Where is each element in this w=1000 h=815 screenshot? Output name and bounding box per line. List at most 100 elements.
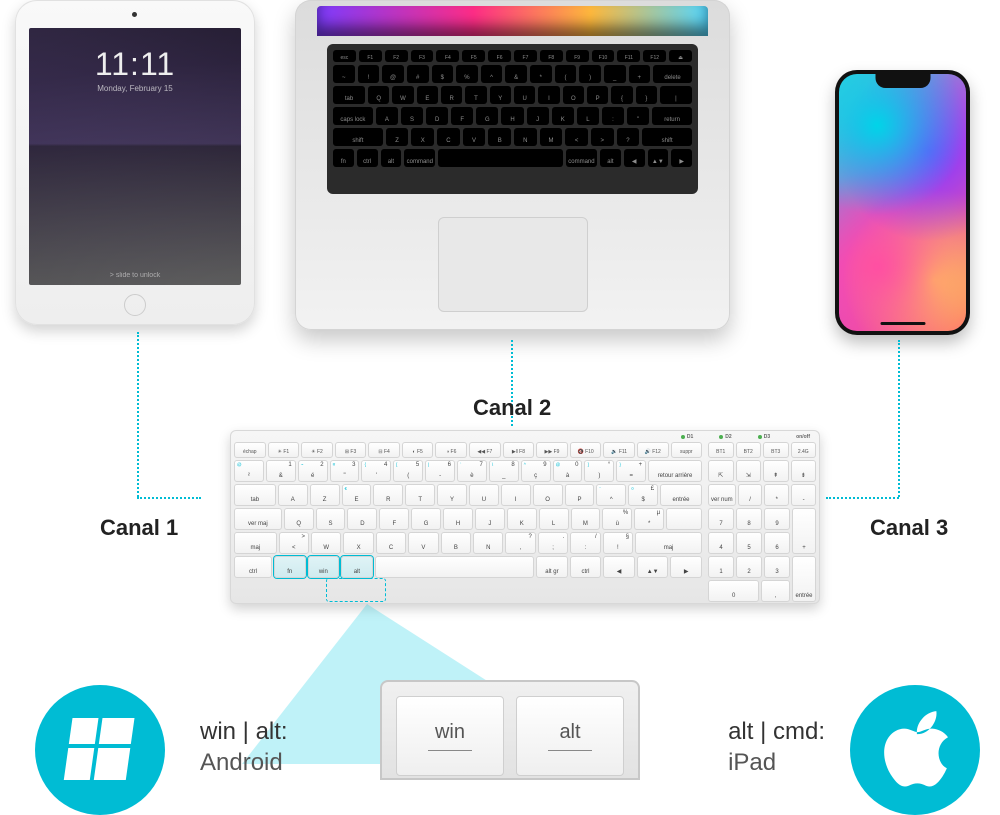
mac-key[interactable]: V bbox=[463, 128, 486, 146]
kb-key[interactable]: ver num bbox=[708, 484, 736, 506]
kb-key[interactable]: 7 bbox=[708, 508, 734, 530]
mac-key[interactable]: $ bbox=[432, 65, 454, 83]
kb-key[interactable]: entrée bbox=[660, 484, 702, 506]
kb-key[interactable]: :/ bbox=[570, 532, 600, 554]
kb-key[interactable]: maj bbox=[635, 532, 702, 554]
kb-key[interactable]: ctrl bbox=[570, 556, 602, 578]
mac-key[interactable]: F1 bbox=[359, 50, 382, 62]
kb-key[interactable]: ☀ F1 bbox=[268, 442, 300, 458]
kb-key[interactable]: T bbox=[405, 484, 435, 506]
kb-key[interactable]: "#3 bbox=[330, 460, 360, 482]
mac-key[interactable]: ▲▼ bbox=[648, 149, 669, 167]
ipad-home-button[interactable] bbox=[124, 294, 146, 316]
kb-key[interactable]: U bbox=[469, 484, 499, 506]
mac-key[interactable]: C bbox=[437, 128, 460, 146]
kb-key[interactable]: ver maj bbox=[234, 508, 282, 530]
kb-key[interactable]: * bbox=[764, 484, 789, 506]
mac-key[interactable]: X bbox=[411, 128, 434, 146]
kb-key[interactable]: D bbox=[347, 508, 377, 530]
kb-key[interactable]: 🔉 F11 bbox=[603, 442, 635, 458]
mac-key[interactable]: alt bbox=[600, 149, 621, 167]
mac-key[interactable]: E bbox=[417, 86, 438, 104]
mac-key[interactable]: @ bbox=[382, 65, 404, 83]
kb-key[interactable]: V bbox=[408, 532, 438, 554]
mac-key[interactable]: esc bbox=[333, 50, 356, 62]
kb-key[interactable]: X bbox=[343, 532, 373, 554]
mac-key[interactable]: ? bbox=[617, 128, 640, 146]
kb-key[interactable]: è`7 bbox=[457, 460, 487, 482]
mac-key[interactable]: | bbox=[660, 86, 692, 104]
mac-key[interactable]: Y bbox=[490, 86, 511, 104]
kb-key[interactable]: ◀ bbox=[603, 556, 635, 578]
kb-key[interactable]: alt gr bbox=[536, 556, 568, 578]
mac-key[interactable]: ^ bbox=[481, 65, 503, 83]
kb-key[interactable]: / bbox=[738, 484, 763, 506]
kb-key[interactable]: )]° bbox=[584, 460, 614, 482]
kb-key[interactable]: ⇱ bbox=[708, 460, 734, 482]
kb-key[interactable]: alt bbox=[341, 556, 373, 578]
kb-key[interactable]: BT1 bbox=[708, 442, 734, 458]
kb-key[interactable]: <> bbox=[279, 532, 309, 554]
kb-key[interactable]: A bbox=[278, 484, 308, 506]
mac-key[interactable]: ) bbox=[579, 65, 601, 83]
kb-key[interactable]: ù% bbox=[602, 508, 632, 530]
kb-key[interactable]: J bbox=[475, 508, 505, 530]
kb-key[interactable]: BT2 bbox=[736, 442, 762, 458]
mac-key[interactable]: R bbox=[441, 86, 462, 104]
kb-key[interactable]: 8 bbox=[736, 508, 762, 530]
kb-key[interactable]: F bbox=[379, 508, 409, 530]
kb-key[interactable]: é~2 bbox=[298, 460, 328, 482]
mac-key[interactable] bbox=[438, 149, 563, 167]
mac-key[interactable]: W bbox=[392, 86, 413, 104]
mac-key[interactable]: D bbox=[426, 107, 448, 125]
kb-key[interactable]: K bbox=[507, 508, 537, 530]
mac-key[interactable]: K bbox=[552, 107, 574, 125]
mac-key[interactable]: I bbox=[538, 86, 559, 104]
kb-key[interactable]: H bbox=[443, 508, 473, 530]
kb-key[interactable]: -|6 bbox=[425, 460, 455, 482]
kb-key[interactable]: + bbox=[792, 508, 816, 554]
mac-key[interactable]: H bbox=[501, 107, 523, 125]
kb-key[interactable]: ☀ F2 bbox=[301, 442, 333, 458]
kb-key[interactable]: ▶‖ F8 bbox=[503, 442, 535, 458]
mac-key[interactable]: N bbox=[514, 128, 537, 146]
kb-key[interactable]: ⇞ bbox=[763, 460, 789, 482]
mac-key[interactable]: { bbox=[611, 86, 632, 104]
kb-key[interactable]: 🔇 F10 bbox=[570, 442, 602, 458]
kb-key[interactable]: ctrl bbox=[234, 556, 272, 578]
kb-key[interactable]: 2 bbox=[736, 556, 762, 578]
kb-key[interactable]: maj bbox=[234, 532, 277, 554]
kb-key[interactable]: ;. bbox=[538, 532, 568, 554]
mac-key[interactable]: O bbox=[563, 86, 584, 104]
mac-key[interactable]: ⏏ bbox=[669, 50, 692, 62]
mac-key[interactable]: % bbox=[456, 65, 478, 83]
kb-key[interactable]: ▶▶ F9 bbox=[536, 442, 568, 458]
mac-key[interactable]: alt bbox=[381, 149, 402, 167]
kb-key[interactable]: ⊟ F4 bbox=[368, 442, 400, 458]
kb-key[interactable]: 9 bbox=[764, 508, 790, 530]
kb-key[interactable]: 0 bbox=[708, 580, 759, 602]
mac-key[interactable]: fn bbox=[333, 149, 354, 167]
kb-key[interactable]: ◐ F5 bbox=[402, 442, 434, 458]
kb-key[interactable]: ç^9 bbox=[521, 460, 551, 482]
kb-key[interactable]: P bbox=[565, 484, 595, 506]
kb-key[interactable]: !§ bbox=[603, 532, 633, 554]
mac-key[interactable]: M bbox=[540, 128, 563, 146]
mac-key[interactable]: delete bbox=[653, 65, 692, 83]
kb-key[interactable]: retour arrière bbox=[648, 460, 702, 482]
mac-key[interactable]: command bbox=[404, 149, 435, 167]
mac-key[interactable]: ! bbox=[358, 65, 380, 83]
kb-key[interactable]: _\8 bbox=[489, 460, 519, 482]
mac-key[interactable]: B bbox=[488, 128, 511, 146]
kb-key[interactable]: ◀◀ F7 bbox=[469, 442, 501, 458]
kb-key[interactable]: ⇟ bbox=[791, 460, 817, 482]
mac-key[interactable]: + bbox=[629, 65, 651, 83]
mac-key[interactable]: _ bbox=[604, 65, 626, 83]
kb-key[interactable]: 4 bbox=[708, 532, 734, 554]
mac-key[interactable]: & bbox=[505, 65, 527, 83]
kb-key[interactable]: *µ bbox=[634, 508, 664, 530]
kb-key[interactable]: E€ bbox=[342, 484, 372, 506]
mac-key[interactable]: S bbox=[401, 107, 423, 125]
kb-key[interactable]: Y bbox=[437, 484, 467, 506]
kb-key[interactable]: - bbox=[791, 484, 816, 506]
